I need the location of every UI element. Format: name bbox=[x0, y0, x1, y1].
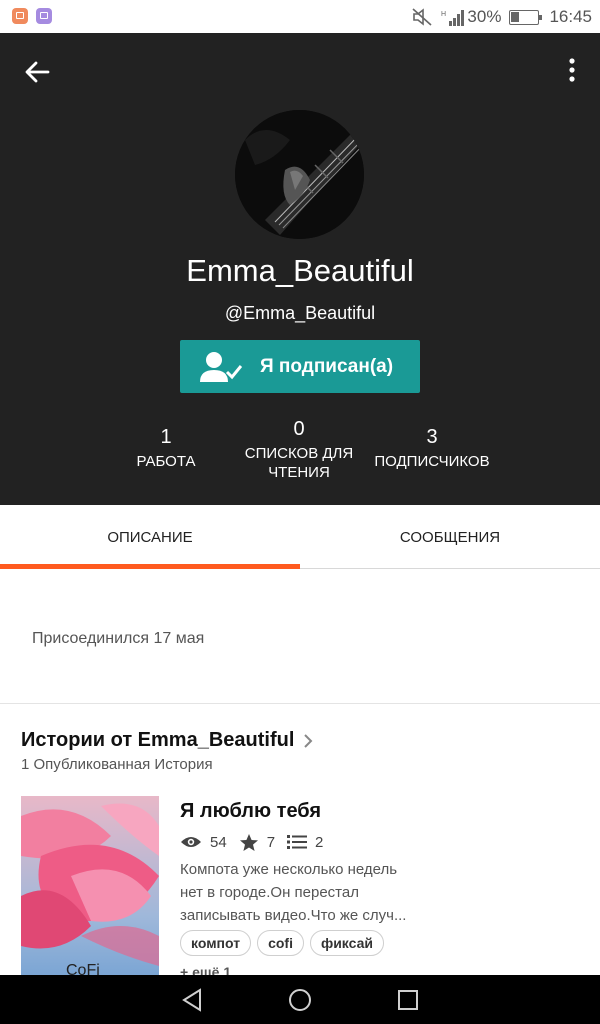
mute-icon bbox=[412, 8, 432, 26]
story-tag[interactable]: фиксай bbox=[309, 930, 384, 956]
stories-section-header[interactable]: Истории от Emma_Beautiful bbox=[21, 729, 314, 752]
arrow-left-icon[interactable] bbox=[22, 57, 52, 87]
avatar[interactable] bbox=[235, 110, 364, 239]
list-icon bbox=[287, 835, 308, 849]
svg-text:H: H bbox=[441, 11, 446, 18]
tab-messages-label: СООБЩЕНИЯ bbox=[399, 528, 501, 546]
profile-tabs: ОПИСАНИЕ СООБЩЕНИЯ bbox=[0, 505, 600, 569]
tab-about-label: ОПИСАНИЕ bbox=[107, 528, 193, 546]
stat-followers[interactable]: 3 ПОДПИСЧИКОВ bbox=[367, 425, 497, 471]
battery-icon bbox=[509, 9, 543, 25]
battery-percent: 30% bbox=[467, 7, 502, 26]
story-description: Компота уже несколько недель нет в город… bbox=[180, 858, 438, 927]
clock: 16:45 bbox=[549, 7, 592, 26]
following-button[interactable]: Я подписан(а) bbox=[180, 340, 420, 393]
story-votes-count: 7 bbox=[266, 833, 276, 851]
notification-app-icon bbox=[36, 8, 52, 24]
avatar-image bbox=[235, 110, 364, 239]
joined-date: Присоединился 17 мая bbox=[32, 630, 205, 647]
profile-username: Emma_Beautiful bbox=[186, 253, 414, 288]
star-icon bbox=[239, 833, 258, 851]
stat-works-value: 1 bbox=[160, 426, 172, 448]
stat-works-label: РАБОТА bbox=[136, 453, 196, 470]
notification-app-icon bbox=[12, 8, 28, 24]
stat-reading-lists-value: 0 bbox=[293, 418, 305, 440]
back-triangle-icon[interactable] bbox=[179, 987, 205, 1013]
tab-messages[interactable]: СООБЩЕНИЯ bbox=[300, 505, 600, 569]
story-reads-count: 54 bbox=[210, 833, 227, 851]
signal-icon: H bbox=[441, 10, 465, 26]
story-description-line: нет в городе.Он перестал bbox=[180, 884, 359, 901]
status-indicators: H 30% 16:45 bbox=[411, 5, 592, 29]
eye-icon bbox=[181, 837, 201, 847]
stat-reading-lists[interactable]: 0 СПИСКОВ ДЛЯ ЧТЕНИЯ bbox=[229, 417, 369, 482]
stat-reading-lists-label-line1: СПИСКОВ ДЛЯ bbox=[244, 445, 354, 462]
story-description-line: записывать видео.Что же случ... bbox=[180, 907, 407, 924]
profile-screen: H 30% 16:45 Emma_Beautiful @Emma_Beautif… bbox=[0, 0, 600, 1024]
story-title[interactable]: Я люблю тебя bbox=[180, 800, 321, 823]
stat-works[interactable]: 1 РАБОТА bbox=[106, 425, 226, 471]
story-tag[interactable]: cofi bbox=[257, 930, 304, 956]
chevron-right-icon bbox=[304, 733, 313, 748]
story-stats: 54 7 2 bbox=[180, 831, 335, 853]
divider bbox=[0, 703, 600, 704]
user-check-icon bbox=[200, 351, 242, 382]
following-button-label: Я подписан(а) bbox=[260, 355, 394, 377]
story-parts-count: 2 bbox=[315, 833, 324, 851]
stories-count: 1 Опубликованная История bbox=[21, 756, 213, 773]
stat-followers-label: ПОДПИСЧИКОВ bbox=[374, 453, 490, 470]
tab-about[interactable]: ОПИСАНИЕ bbox=[0, 505, 300, 569]
home-circle-icon[interactable] bbox=[287, 987, 313, 1013]
profile-header: Emma_Beautiful @Emma_Beautiful Я подписа… bbox=[0, 33, 600, 505]
stories-section-title: Истории от Emma_Beautiful bbox=[21, 729, 295, 751]
story-tags: компот cofi фиксай bbox=[180, 930, 390, 956]
system-nav-bar bbox=[0, 975, 600, 1024]
tab-active-indicator bbox=[0, 564, 300, 569]
more-vertical-icon[interactable] bbox=[564, 55, 580, 85]
story-cover[interactable]: CoFi bbox=[21, 796, 159, 996]
status-bar: H 30% 16:45 bbox=[0, 0, 600, 33]
stat-followers-value: 3 bbox=[426, 426, 438, 448]
stat-reading-lists-label-line2: ЧТЕНИЯ bbox=[268, 464, 330, 481]
recents-square-icon[interactable] bbox=[395, 987, 421, 1013]
story-tag[interactable]: компот bbox=[180, 930, 252, 956]
profile-handle: @Emma_Beautiful bbox=[224, 303, 376, 323]
story-description-line: Компота уже несколько недель bbox=[180, 861, 398, 878]
